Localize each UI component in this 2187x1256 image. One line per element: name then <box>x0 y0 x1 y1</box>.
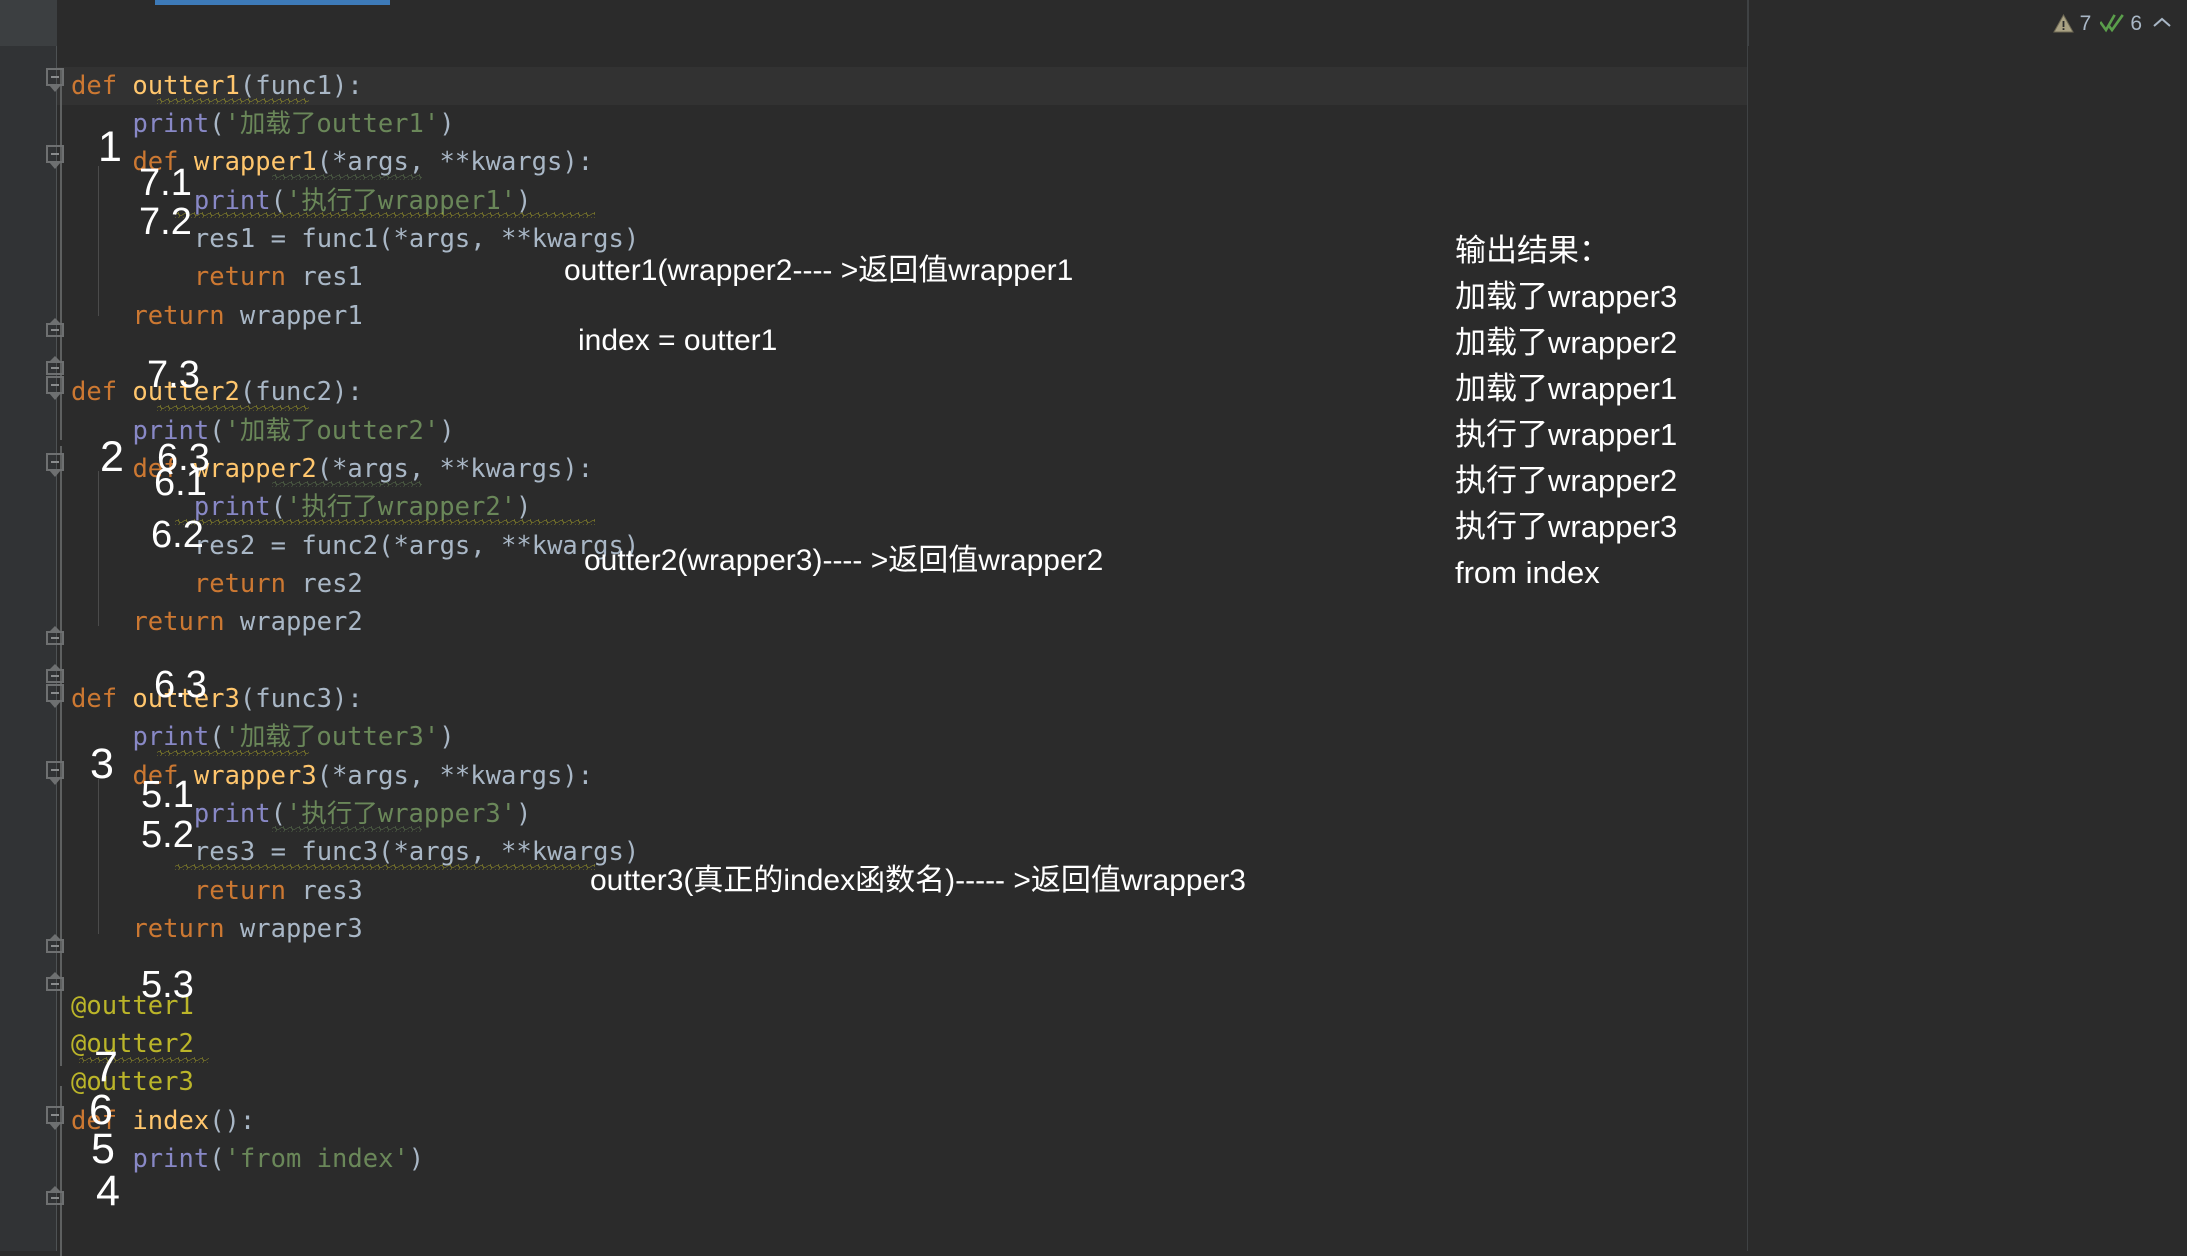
order-mark-6-3b: 6.3 <box>154 664 207 706</box>
output-line-6: 执行了wrapper3 <box>1455 509 1678 544</box>
output-title: 输出结果： <box>1455 233 1610 268</box>
order-mark-6-1: 6.1 <box>154 462 207 504</box>
order-mark-5-1: 5.1 <box>141 774 194 816</box>
order-mark-7: 7 <box>94 1043 118 1091</box>
right-panel <box>1748 46 2187 1251</box>
order-mark-6-2: 6.2 <box>151 514 204 556</box>
warning-status-group[interactable]: 7 <box>2052 11 2092 35</box>
code-editor[interactable]: def outter1(func1): print('加载了outter1') … <box>46 46 1747 1256</box>
active-tab-underline <box>155 0 390 5</box>
order-mark-5-2: 5.2 <box>141 814 194 856</box>
note-outter3-return: outter3(真正的index函数名)----- >返回值wrapper3 <box>590 864 1246 897</box>
code-line: def wrapper2(*args, **kwargs): <box>132 454 594 484</box>
code-line: def outter3(func3): <box>71 684 363 714</box>
order-mark-7-3: 7.3 <box>147 354 200 396</box>
passed-check-status-group[interactable]: 6 <box>2099 11 2142 35</box>
code-line: print('加载了outter2') <box>132 416 455 446</box>
passed-check-count: 6 <box>2130 11 2142 35</box>
output-line-4: 执行了wrapper1 <box>1455 417 1678 452</box>
order-mark-5-3: 5.3 <box>141 964 194 1006</box>
order-mark-4: 4 <box>96 1167 120 1215</box>
order-mark-7-2: 7.2 <box>139 201 192 243</box>
double-check-icon <box>2099 13 2125 33</box>
note-outter2-return: outter2(wrapper3)---- >返回值wrapper2 <box>584 544 1104 577</box>
code-line: print('from index') <box>132 1144 425 1174</box>
output-result-block: 输出结果： 加载了wrapper3 加载了wrapper2 加载了wrapper… <box>1455 228 1677 596</box>
code-line: return wrapper1 <box>132 301 363 331</box>
inspection-status-widget[interactable]: 7 6 <box>2052 8 2173 38</box>
ide-window: 7 6 def outter1(func1): print('加载了outter… <box>0 0 2187 1256</box>
code-line: def outter2(func2): <box>71 377 363 407</box>
code-line: return res3 <box>193 876 363 906</box>
code-line: print('执行了wrapper2') <box>193 492 532 522</box>
output-line-7: from index <box>1455 555 1600 590</box>
order-mark-7-1: 7.1 <box>139 162 192 204</box>
code-line: return res2 <box>193 569 363 599</box>
code-line: return wrapper2 <box>132 607 363 637</box>
order-mark-1: 1 <box>98 123 122 171</box>
code-line: print('加载了outter3') <box>132 722 455 752</box>
warning-count: 7 <box>2079 11 2092 35</box>
output-line-2: 加载了wrapper2 <box>1455 325 1678 360</box>
output-line-5: 执行了wrapper2 <box>1455 463 1678 498</box>
code-line: print('加载了outter1') <box>132 109 455 139</box>
code-line: return wrapper3 <box>132 914 363 944</box>
chevron-up-icon[interactable] <box>2151 13 2173 33</box>
code-line: @outter2 <box>71 1029 194 1059</box>
order-mark-5: 5 <box>91 1125 115 1173</box>
note-outter1-return: outter1(wrapper2---- >返回值wrapper1 <box>564 254 1074 287</box>
order-mark-2: 2 <box>100 433 124 481</box>
editor-tab-strip[interactable] <box>57 0 2187 46</box>
output-line-3: 加载了wrapper1 <box>1455 371 1678 406</box>
warning-triangle-icon <box>2052 13 2074 33</box>
note-index-equals: index = outter1 <box>578 324 778 357</box>
code-line: return res1 <box>193 262 363 292</box>
code-line: def outter1(func1): <box>71 71 363 101</box>
output-line-1: 加载了wrapper3 <box>1455 279 1678 314</box>
order-mark-3: 3 <box>90 740 114 788</box>
